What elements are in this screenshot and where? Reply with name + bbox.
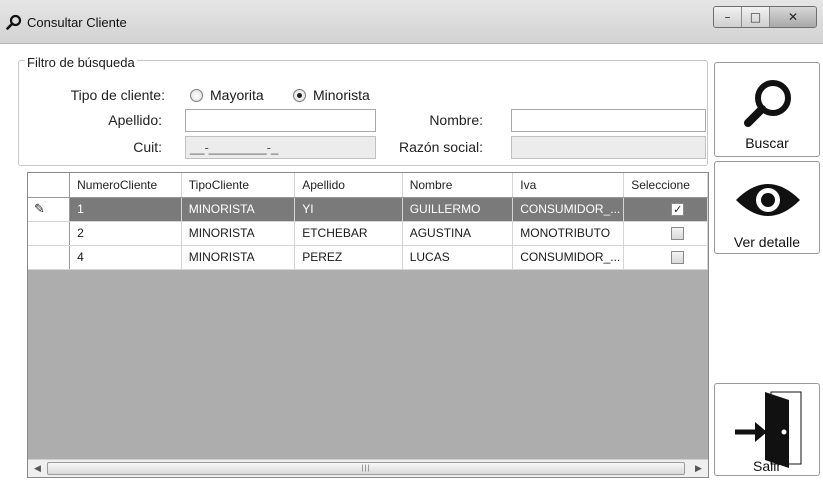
razon-social-label: Razón social:: [398, 139, 483, 155]
cell-seleccione[interactable]: [623, 221, 708, 246]
buscar-label: Buscar: [745, 135, 789, 151]
cell-tipo[interactable]: MINORISTA: [181, 197, 296, 222]
table-row[interactable]: 2 MINORISTA ETCHEBAR AGUSTINA MONOTRIBUT…: [28, 221, 708, 246]
search-icon: [6, 14, 22, 30]
col-apellido[interactable]: Apellido: [294, 173, 403, 198]
radio-mayorista-circle[interactable]: [190, 88, 203, 102]
buscar-button[interactable]: Buscar: [714, 62, 820, 157]
scroll-thumb[interactable]: |||: [47, 462, 685, 475]
cell-numero[interactable]: 4: [69, 245, 182, 270]
select-checkbox[interactable]: ✓: [671, 202, 685, 216]
tipo-cliente-label: Tipo de cliente:: [70, 87, 165, 103]
cuit-input[interactable]: __-________-_: [185, 136, 376, 159]
radio-minorista[interactable]: Minorista: [293, 87, 370, 103]
grid-header-row: NumeroCliente TipoCliente Apellido Nombr…: [28, 173, 708, 198]
cell-iva[interactable]: CONSUMIDOR_...: [512, 245, 625, 270]
cell-iva[interactable]: MONOTRIBUTO: [512, 221, 625, 246]
clients-grid[interactable]: NumeroCliente TipoCliente Apellido Nombr…: [27, 172, 709, 478]
radio-mayorista[interactable]: Mayorita: [190, 87, 264, 103]
cell-apellido[interactable]: ETCHEBAR: [294, 221, 403, 246]
row-header[interactable]: [28, 245, 71, 270]
maximize-button[interactable]: □: [742, 7, 770, 27]
col-numero-cliente[interactable]: NumeroCliente: [69, 173, 182, 198]
cell-apellido[interactable]: YI: [294, 197, 403, 222]
row-header[interactable]: [28, 221, 71, 246]
razon-social-input[interactable]: [511, 136, 706, 159]
magnifier-icon: [744, 80, 791, 127]
cell-nombre[interactable]: LUCAS: [402, 245, 514, 270]
col-nombre[interactable]: Nombre: [402, 173, 514, 198]
select-checkbox[interactable]: [671, 250, 685, 264]
row-header[interactable]: ✎: [28, 197, 71, 222]
ver-detalle-button[interactable]: Ver detalle: [714, 161, 820, 254]
exit-door-icon: [735, 391, 802, 468]
horizontal-scrollbar[interactable]: ◀ ||| ▶: [28, 459, 708, 477]
cell-tipo[interactable]: MINORISTA: [181, 245, 296, 270]
cell-tipo[interactable]: MINORISTA: [181, 221, 296, 246]
apellido-label: Apellido:: [108, 112, 162, 128]
cuit-label: Cuit:: [133, 139, 162, 155]
cell-apellido[interactable]: PEREZ: [294, 245, 403, 270]
window-title: Consultar Cliente: [27, 15, 127, 30]
select-checkbox[interactable]: [671, 226, 685, 240]
cell-iva[interactable]: CONSUMIDOR_...: [512, 197, 625, 222]
table-row[interactable]: 4 MINORISTA PEREZ LUCAS CONSUMIDOR_...: [28, 245, 708, 270]
col-seleccione[interactable]: Seleccione: [623, 173, 708, 198]
radio-minorista-circle[interactable]: [293, 88, 306, 102]
apellido-input[interactable]: [185, 109, 376, 132]
table-row[interactable]: ✎ 1 MINORISTA YI GUILLERMO CONSUMIDOR_..…: [28, 197, 708, 222]
row-header-corner: [28, 173, 71, 198]
title-bar: Consultar Cliente – □ ✕: [0, 0, 823, 44]
cell-nombre[interactable]: AGUSTINA: [402, 221, 514, 246]
close-button[interactable]: ✕: [770, 7, 816, 27]
cell-seleccione[interactable]: ✓: [623, 197, 708, 222]
cell-seleccione[interactable]: [623, 245, 708, 270]
window-controls: – □ ✕: [713, 6, 817, 28]
salir-button[interactable]: Salir: [714, 383, 820, 476]
salir-label: Salir: [752, 458, 781, 474]
radio-mayorista-label: Mayorita: [210, 87, 264, 103]
cell-nombre[interactable]: GUILLERMO: [402, 197, 514, 222]
clients-table: NumeroCliente TipoCliente Apellido Nombr…: [28, 173, 708, 270]
scroll-left-icon[interactable]: ◀: [29, 460, 46, 477]
minimize-button[interactable]: –: [714, 7, 742, 27]
radio-minorista-label: Minorista: [313, 87, 370, 103]
scroll-right-icon[interactable]: ▶: [690, 460, 707, 477]
col-tipo-cliente[interactable]: TipoCliente: [181, 173, 296, 198]
ver-detalle-label: Ver detalle: [733, 234, 801, 250]
cell-numero[interactable]: 1: [69, 197, 182, 222]
filter-legend: Filtro de búsqueda: [25, 55, 137, 70]
cell-numero[interactable]: 2: [69, 221, 182, 246]
nombre-label: Nombre:: [429, 112, 483, 128]
nombre-input[interactable]: [511, 109, 706, 132]
eye-icon: [736, 184, 800, 216]
col-iva[interactable]: Iva: [512, 173, 625, 198]
edit-pencil-icon: ✎: [34, 201, 45, 217]
